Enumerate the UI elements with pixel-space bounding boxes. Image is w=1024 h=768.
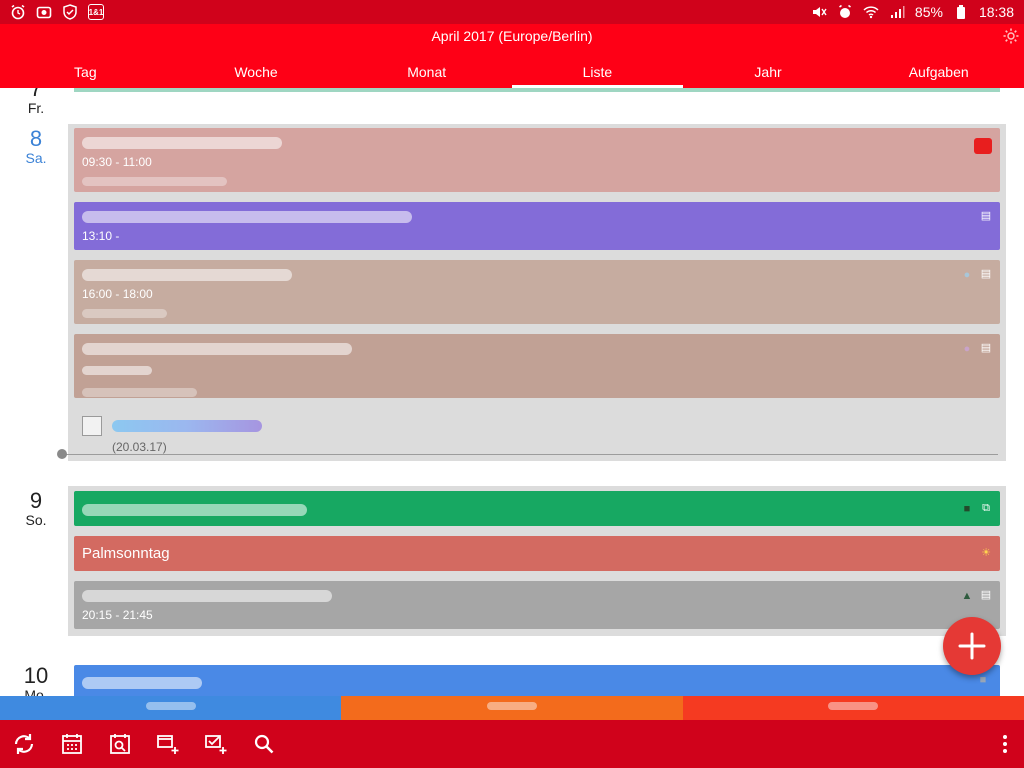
tab-monat[interactable]: Monat bbox=[341, 60, 512, 88]
event-sat-4[interactable]: ● ▤ bbox=[74, 334, 1000, 398]
agenda-list[interactable]: 7 Fr. 8 Sa. 09:30 - 11:00 13:10 - ▤ 16:0… bbox=[0, 88, 1024, 696]
status-left: 1&1 bbox=[10, 4, 104, 20]
event-sun-3[interactable]: 20:15 - 21:45 ▲ ▤ bbox=[74, 581, 1000, 629]
carrier-badge: 1&1 bbox=[88, 4, 104, 20]
mute-icon bbox=[811, 4, 827, 20]
plus-icon bbox=[958, 632, 986, 660]
camera-icon bbox=[36, 4, 52, 20]
redacted-calendar-name bbox=[145, 702, 196, 710]
redacted-title bbox=[82, 503, 307, 516]
day-number: 9 bbox=[29, 488, 43, 513]
tab-woche[interactable]: Woche bbox=[171, 60, 342, 88]
day-header-sat: 8 Sa. bbox=[0, 126, 72, 167]
add-event-icon[interactable] bbox=[156, 732, 180, 756]
shield-icon bbox=[62, 4, 78, 20]
note-icon: ▤ bbox=[980, 589, 992, 601]
event-title: Palmsonntag bbox=[82, 545, 170, 562]
battery-percent: 85% bbox=[914, 4, 943, 20]
alarm-clock-icon bbox=[10, 4, 26, 20]
copy-icon: ⧉ bbox=[982, 502, 990, 514]
day-number: 8 bbox=[29, 126, 43, 151]
day-name: Mo. bbox=[24, 687, 48, 696]
refresh-icon[interactable] bbox=[12, 732, 36, 756]
battery-icon bbox=[953, 4, 969, 20]
more-vert-icon[interactable] bbox=[1000, 732, 1010, 756]
day-header-sun: 9 So. bbox=[0, 488, 72, 529]
note-icon: ▤ bbox=[980, 342, 992, 354]
day-header-mon: 10 Mo. bbox=[0, 663, 72, 697]
tab-jahr[interactable]: Jahr bbox=[683, 60, 854, 88]
event-category-icon: ● bbox=[963, 269, 971, 281]
event-fri-tail[interactable] bbox=[74, 88, 1000, 92]
event-category-icon: ▲ bbox=[961, 590, 973, 602]
event-time: 09:30 - 11:00 bbox=[82, 155, 152, 169]
calendar-filter-3[interactable] bbox=[682, 696, 1024, 720]
day-number: 7 bbox=[29, 88, 43, 101]
redacted-title bbox=[82, 268, 292, 281]
calendar-search-icon[interactable] bbox=[108, 732, 132, 756]
event-category-icon: ● bbox=[963, 343, 971, 355]
calendar-filter-1[interactable] bbox=[0, 696, 342, 720]
redacted-location bbox=[82, 309, 167, 319]
clock-time: 18:38 bbox=[978, 4, 1014, 20]
day-group-sun: ■ ⧉ Palmsonntag ☀ 20:15 - 21:45 ▲ ▤ bbox=[68, 486, 1006, 636]
event-category-icon bbox=[974, 138, 992, 154]
sun-icon: ☀ bbox=[981, 547, 991, 559]
note-icon: ▤ bbox=[980, 210, 992, 222]
event-sun-1[interactable]: ■ ⧉ bbox=[74, 491, 1000, 526]
event-sat-3[interactable]: 16:00 - 18:00 ● ▤ bbox=[74, 260, 1000, 324]
calendar-grid-icon[interactable] bbox=[60, 732, 84, 756]
status-right: 85% 18:38 bbox=[811, 4, 1014, 20]
event-sat-1[interactable]: 09:30 - 11:00 bbox=[74, 128, 1000, 192]
add-event-fab[interactable] bbox=[943, 617, 1001, 675]
now-indicator-dot bbox=[57, 449, 67, 459]
tab-tag[interactable]: Tag bbox=[0, 60, 171, 88]
redacted-time bbox=[82, 366, 152, 376]
event-category-icon: ■ bbox=[979, 674, 987, 686]
search-icon[interactable] bbox=[252, 732, 276, 756]
signal-icon bbox=[889, 4, 905, 20]
calendar-strip bbox=[0, 696, 1024, 720]
redacted-calendar-name bbox=[486, 702, 537, 710]
tab-aufgaben[interactable]: Aufgaben bbox=[853, 60, 1024, 88]
note-icon: ▤ bbox=[980, 268, 992, 280]
redacted-title bbox=[82, 677, 202, 689]
bottom-toolbar bbox=[0, 720, 1024, 768]
day-group-sat: 09:30 - 11:00 13:10 - ▤ 16:00 - 18:00 ● … bbox=[68, 124, 1006, 461]
view-tabs: Tag Woche Monat Liste Jahr Aufgaben bbox=[0, 60, 1024, 88]
redacted-location bbox=[82, 177, 227, 187]
redacted-title bbox=[82, 210, 412, 223]
event-sun-2[interactable]: Palmsonntag ☀ bbox=[74, 536, 1000, 571]
gear-icon[interactable] bbox=[1002, 27, 1020, 45]
event-mon-1[interactable]: ■ bbox=[74, 665, 1000, 696]
add-task-icon[interactable] bbox=[204, 732, 228, 756]
redacted-title bbox=[82, 136, 282, 149]
task-due-date: (20.03.17) bbox=[112, 440, 167, 454]
redacted-task-title bbox=[112, 420, 262, 432]
redacted-calendar-name bbox=[828, 702, 879, 710]
day-header-fri: 7 Fr. bbox=[0, 88, 72, 116]
day-name: So. bbox=[25, 512, 47, 528]
calendar-filter-2[interactable] bbox=[341, 696, 683, 720]
day-name: Fr. bbox=[27, 100, 45, 116]
event-category-icon: ■ bbox=[963, 503, 971, 515]
redacted-title bbox=[82, 342, 352, 355]
day-name: Sa. bbox=[25, 150, 47, 166]
event-time: 13:10 - bbox=[82, 229, 120, 243]
redacted-location bbox=[82, 388, 197, 398]
app-header: April 2017 (Europe/Berlin) Tag Woche Mon… bbox=[0, 24, 1024, 88]
tab-liste[interactable]: Liste bbox=[512, 60, 683, 88]
status-bar: 1&1 85% 18:38 bbox=[0, 0, 1024, 24]
redacted-title bbox=[82, 589, 332, 602]
event-sat-2[interactable]: 13:10 - ▤ bbox=[74, 202, 1000, 250]
alarm-icon bbox=[837, 4, 853, 20]
event-time: 16:00 - 18:00 bbox=[82, 287, 153, 301]
task-item[interactable]: (20.03.17) bbox=[82, 416, 782, 454]
wifi-icon bbox=[863, 4, 879, 20]
now-line bbox=[62, 454, 998, 455]
page-title: April 2017 (Europe/Berlin) bbox=[431, 28, 593, 44]
task-checkbox[interactable] bbox=[82, 416, 102, 436]
day-number: 10 bbox=[23, 663, 49, 688]
event-time: 20:15 - 21:45 bbox=[82, 608, 153, 622]
